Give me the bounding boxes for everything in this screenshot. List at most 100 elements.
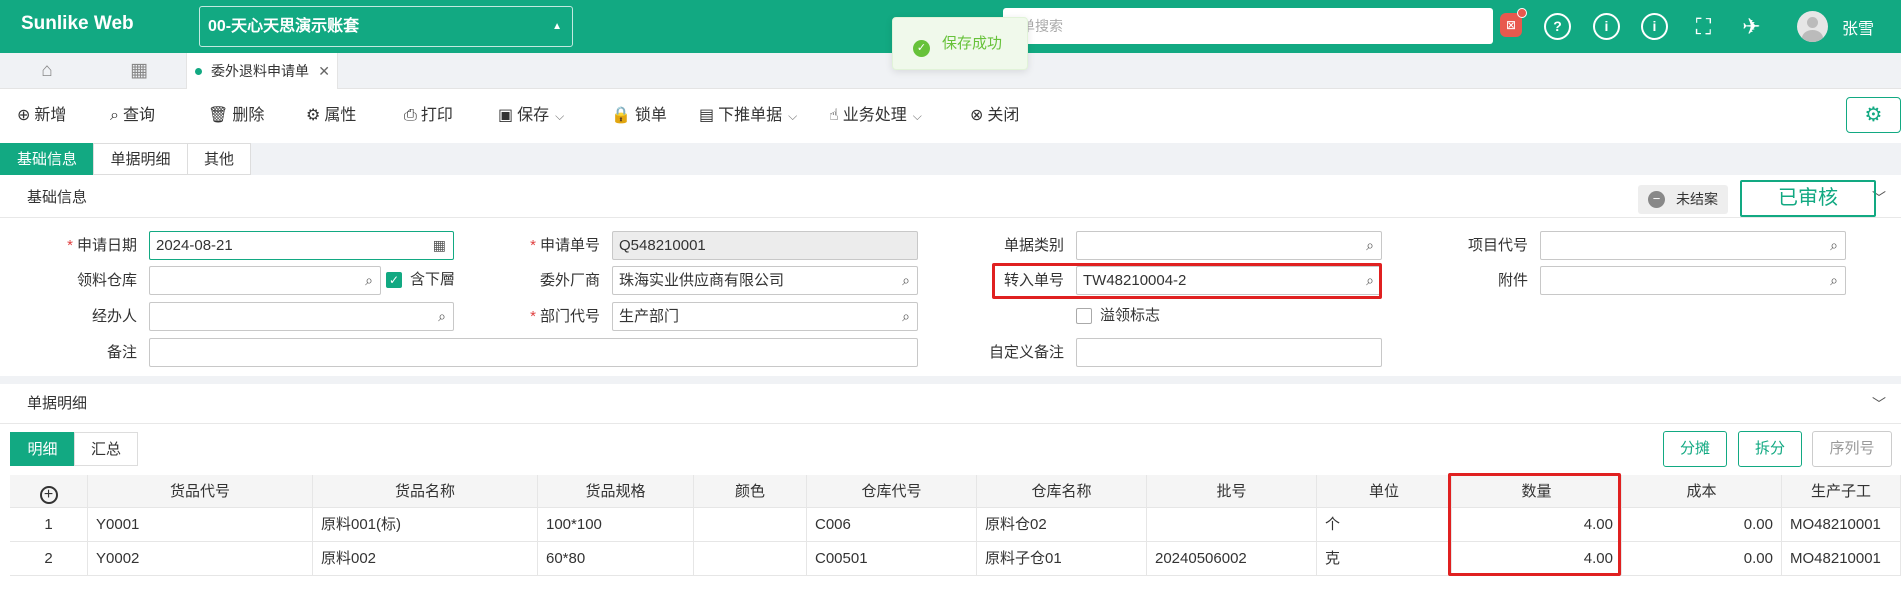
col-header[interactable]: 货品名称 [313,475,538,507]
col-header[interactable]: 生产子工 [1782,475,1901,507]
attachment-field[interactable]: ⌕ [1540,266,1846,295]
home-icon[interactable]: ⌂ [23,53,71,89]
cell-mo[interactable]: MO48210001 [1782,508,1901,541]
search-icon[interactable]: ⌕ [902,267,910,294]
vendor-field[interactable]: 珠海实业供应商有限公司 ⌕ [612,266,918,295]
cell-batch[interactable] [1147,508,1317,541]
apply-no-field: Q548210001 [612,231,918,260]
calendar-icon[interactable]: ▦ [433,232,446,259]
properties-button[interactable]: ⚙ 属性 [306,89,356,143]
save-button[interactable]: ▣ 保存 ⌵ [498,89,564,143]
add-button[interactable]: ⊕ 新增 [17,89,66,143]
search-input[interactable]: 单搜索 [1003,8,1493,44]
apply-date-field[interactable]: 2024-08-21 ▦ [149,231,454,260]
tab-doc-detail[interactable]: 单据明细 [93,143,188,175]
doc-detail-header[interactable]: 单据明细 ﹀ [0,384,1901,424]
cell-color[interactable] [694,508,807,541]
cell-item-code[interactable]: Y0002 [88,542,313,575]
close-tab-icon[interactable]: ✕ [318,53,330,89]
query-button[interactable]: ⌕ 查询 [110,89,155,143]
col-header[interactable]: 颜色 [694,475,807,507]
col-header[interactable]: 仓库代号 [807,475,977,507]
cell-item-name[interactable]: 原料002 [313,542,538,575]
cell-cost[interactable]: 0.00 [1622,542,1782,575]
cell-wh-name[interactable]: 原料子仓01 [977,542,1147,575]
tab-other[interactable]: 其他 [187,143,251,175]
cell-cost[interactable]: 0.00 [1622,508,1782,541]
tab-doc[interactable]: 委外退料申请单 ✕ [186,53,338,89]
include-lower-checkbox[interactable]: ✓ [386,272,402,288]
trash-icon: 🗑 [208,107,229,124]
tab-summary[interactable]: 汇总 [74,432,138,466]
col-header[interactable]: 货品代号 [88,475,313,507]
search-icon[interactable]: ⌕ [1366,232,1374,259]
account-selector[interactable]: 00-天心天思演示账套 ▲ [199,6,573,47]
gear-icon: ⚙ [1864,104,1883,126]
grid-icon[interactable]: ▦ [115,53,163,89]
cell-batch[interactable]: 20240506002 [1147,542,1317,575]
form-tabs: 基础信息 单据明细 其他 [0,143,1901,175]
caret-up-icon: ▲ [552,21,562,32]
notification-glyph: ⊠ [1505,18,1517,32]
info-icon[interactable]: i [1593,13,1620,40]
doc-type-field[interactable]: ⌕ [1076,231,1382,260]
cell-unit[interactable]: 个 [1317,508,1452,541]
cell-mo[interactable]: MO48210001 [1782,542,1901,575]
help-icon[interactable]: ? [1544,13,1571,40]
col-header[interactable]: 货品规格 [538,475,694,507]
cell-wh-code[interactable]: C006 [807,508,977,541]
split-button[interactable]: 拆分 [1738,431,1802,467]
push-down-button[interactable]: ▤ 下推单据 ⌵ [699,89,797,143]
highlight-qty-column [1448,473,1621,576]
cell-wh-name[interactable]: 原料仓02 [977,508,1147,541]
cell-item-code[interactable]: Y0001 [88,508,313,541]
warehouse-field[interactable]: ⌕ [149,266,381,295]
col-header[interactable]: 单位 [1317,475,1452,507]
about-icon[interactable]: i [1641,13,1668,40]
cell-wh-code[interactable]: C00501 [807,542,977,575]
custom-remark-field[interactable] [1076,338,1382,367]
tab-detail[interactable]: 明细 [10,432,75,466]
cell-spec[interactable]: 60*80 [538,542,694,575]
search-icon[interactable]: ⌕ [1830,232,1838,259]
tab-basic-info[interactable]: 基础信息 [0,143,94,175]
handler-field[interactable]: ⌕ [149,302,454,331]
cell-spec[interactable]: 100*100 [538,508,694,541]
serial-button[interactable]: 序列号 [1812,431,1892,467]
user-name[interactable]: 张雪 [1842,15,1874,39]
fullscreen-icon[interactable]: ⛶ [1690,13,1717,40]
account-name: 00-天心天思演示账套 [208,18,360,35]
dept-field[interactable]: 生产部门 ⌕ [612,302,918,331]
cell-color[interactable] [694,542,807,575]
col-header[interactable]: 成本 [1622,475,1782,507]
chevron-down-icon[interactable]: ﹀ [1872,384,1886,424]
delete-button[interactable]: 🗑 删除 [208,89,264,143]
col-header[interactable]: 仓库名称 [977,475,1147,507]
project-code-field[interactable]: ⌕ [1540,231,1846,260]
basic-info-header[interactable]: 基础信息 ﹀ [0,178,1901,218]
search-icon[interactable]: ⌕ [438,303,446,330]
avatar[interactable] [1797,11,1828,42]
business-button[interactable]: ☝ 业务处理 ⌵ [829,89,922,143]
close-button[interactable]: ⊗ 关闭 [970,89,1019,143]
notification-icon[interactable]: ⊠ [1500,8,1527,37]
search-icon[interactable]: ⌕ [365,267,373,294]
settings-button[interactable]: ⚙ [1846,97,1901,133]
search-icon[interactable]: ⌕ [1830,267,1838,294]
add-row-cell[interactable]: + [10,475,88,507]
handler-label: 经办人 [91,308,137,325]
over-pick-checkbox[interactable] [1076,308,1092,324]
add-label: 新增 [34,107,67,124]
chevron-down-icon: ⌵ [788,109,798,123]
cell-item-name[interactable]: 原料001(标) [313,508,538,541]
cell-unit[interactable]: 克 [1317,542,1452,575]
allocate-button[interactable]: 分摊 [1663,431,1727,467]
remark-field[interactable] [149,338,918,367]
plus-circle-icon[interactable]: + [39,486,58,504]
col-header[interactable]: 批号 [1147,475,1317,507]
search-icon[interactable]: ⌕ [902,303,910,330]
lock-button[interactable]: 🔒 锁单 [611,89,667,143]
bird-icon[interactable]: ✈ [1738,13,1765,40]
print-button[interactable]: ⎙ 打印 [404,89,453,143]
attachment-label: 附件 [1497,272,1528,289]
